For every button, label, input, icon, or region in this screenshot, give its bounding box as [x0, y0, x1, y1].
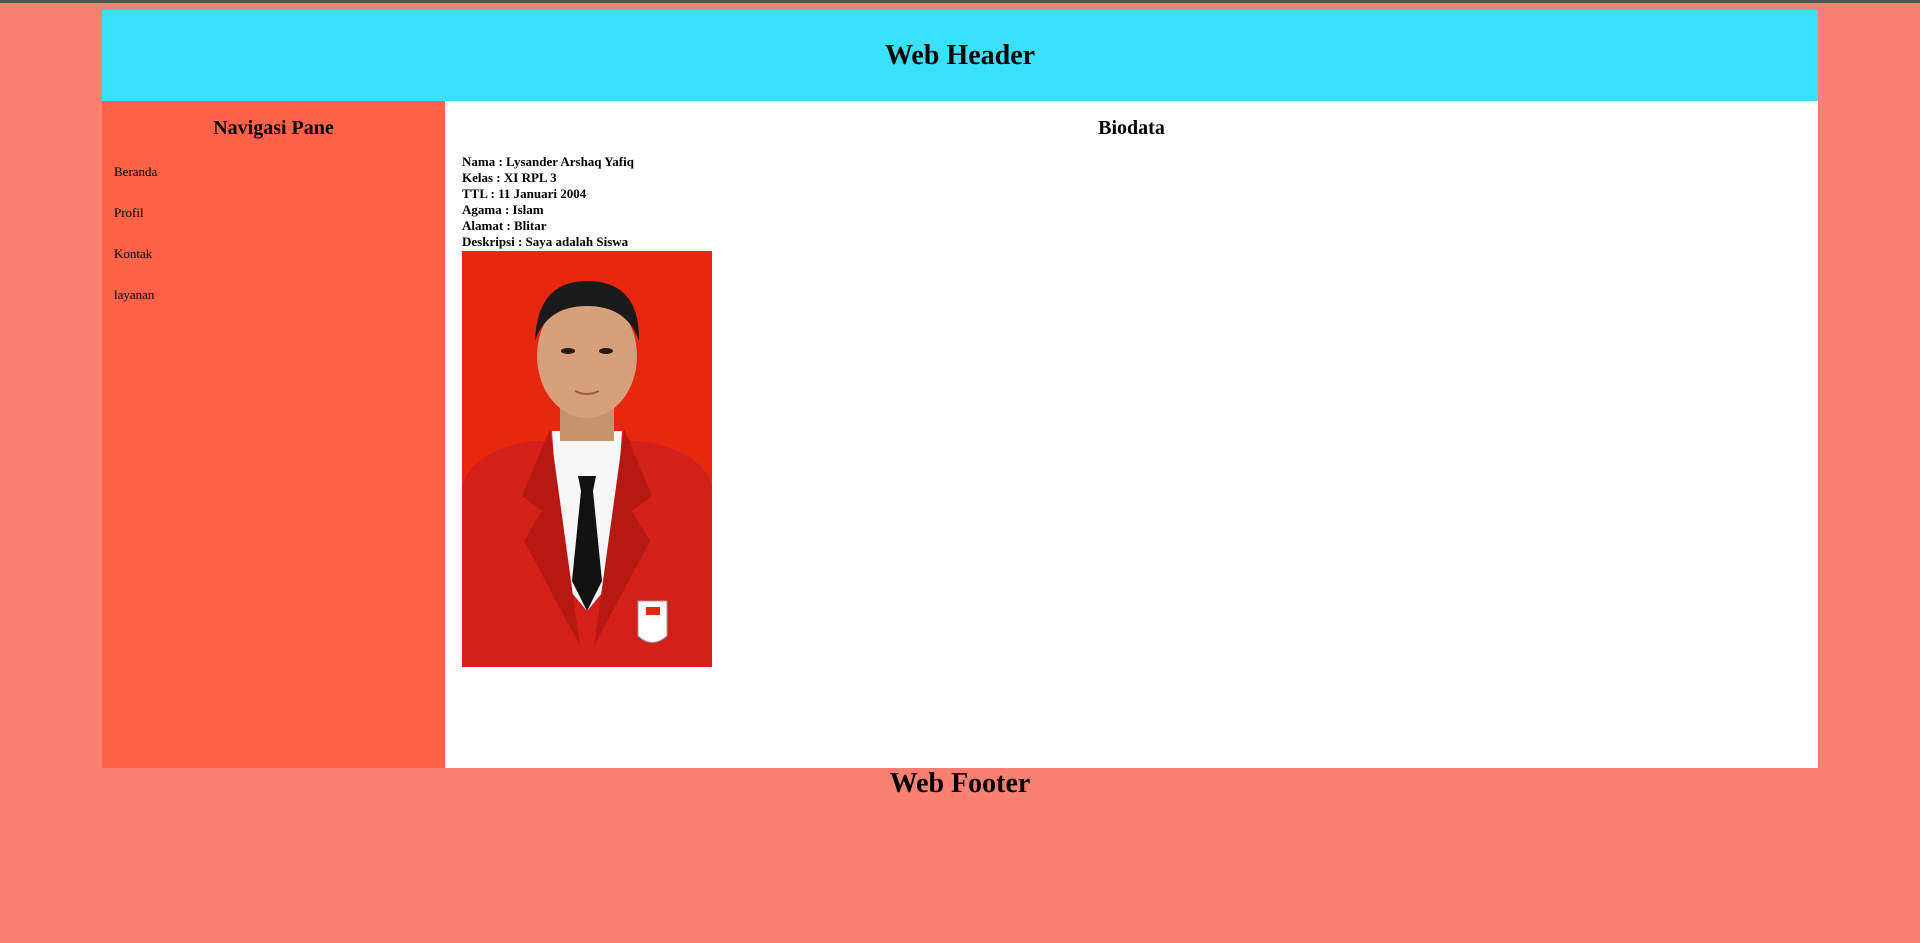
page-container: Web Header Navigasi Pane Beranda Profil … — [102, 10, 1818, 800]
bio-agama: Agama : Islam — [462, 202, 544, 217]
biodata-title: Biodata — [1098, 117, 1165, 139]
footer-title: Web Footer — [889, 768, 1031, 799]
bio-nama: Nama : Lysander Arshaq Yafiq — [462, 154, 634, 169]
profile-photo — [462, 251, 712, 667]
nav-item-profil[interactable]: Profil — [114, 205, 445, 246]
content-row: Navigasi Pane Beranda Profil Kontak laya… — [102, 101, 1818, 768]
bio-kelas: Kelas : XI RPL 3 — [462, 170, 557, 185]
nav-list: Beranda Profil Kontak layanan — [114, 164, 445, 328]
nav-item-layanan[interactable]: layanan — [114, 287, 445, 328]
nav-item-kontak[interactable]: Kontak — [114, 246, 445, 287]
bio-deskripsi: Deskripsi : Saya adalah Siswa — [462, 234, 629, 249]
main-content: Biodata Nama : Lysander Arshaq Yafiq Kel… — [445, 101, 1818, 768]
web-footer: Web Footer — [102, 768, 1818, 800]
nav-title: Navigasi Pane — [213, 117, 334, 139]
bio-alamat: Alamat : Blitar — [462, 218, 547, 233]
navigation-pane: Navigasi Pane Beranda Profil Kontak laya… — [102, 101, 445, 768]
biodata-list: Nama : Lysander Arshaq Yafiq Kelas : XI … — [462, 154, 1818, 250]
web-header: Web Header — [102, 10, 1818, 101]
nav-item-beranda[interactable]: Beranda — [114, 164, 445, 205]
bio-ttl: TTL : 11 Januari 2004 — [462, 186, 587, 201]
browser-top-line — [0, 0, 1920, 3]
header-title: Web Header — [884, 39, 1036, 71]
